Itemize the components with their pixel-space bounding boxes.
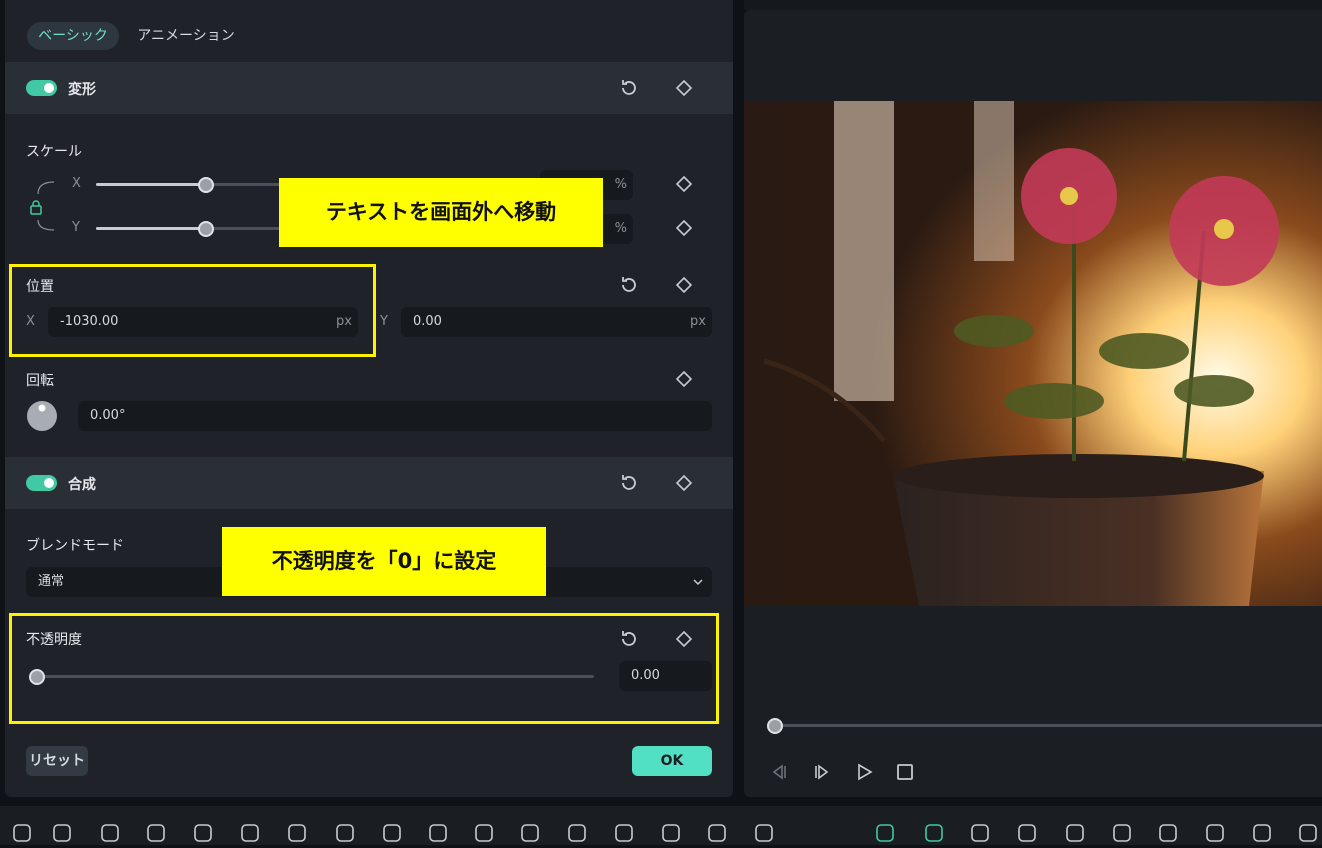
reset-button[interactable]: リセット	[26, 746, 88, 776]
grid-icon[interactable]	[10, 820, 34, 844]
fit-icon[interactable]	[1296, 820, 1320, 844]
audio-to-text-icon[interactable]	[968, 820, 992, 844]
stop-icon[interactable]	[894, 761, 916, 783]
keyframe-icon[interactable]	[673, 217, 695, 239]
reset-icon[interactable]	[618, 77, 640, 99]
highlight-opacity	[9, 613, 719, 724]
rotation-label: 回転	[26, 373, 54, 389]
text-icon[interactable]	[285, 820, 309, 844]
scale-x-slider-knob[interactable]	[198, 177, 214, 193]
rotation-value: 0.00°	[90, 408, 126, 423]
play-icon[interactable]	[853, 761, 875, 783]
previous-frame-icon[interactable]	[768, 761, 790, 783]
adjust-icon[interactable]	[612, 820, 636, 844]
speech-icon[interactable]	[659, 820, 683, 844]
highlight-position	[9, 264, 376, 357]
keyframe-icon[interactable]	[673, 274, 695, 296]
keyframe-icon[interactable]	[673, 77, 695, 99]
lock-icon[interactable]	[29, 199, 43, 215]
preview-top-strip	[744, 0, 1322, 10]
rotation-field[interactable]: 0.00°	[78, 401, 712, 431]
keyframe-icon[interactable]	[673, 472, 695, 494]
keyframe-icon[interactable]	[673, 173, 695, 195]
select-icon[interactable]	[50, 820, 74, 844]
crop-icon[interactable]	[333, 820, 357, 844]
keyframe-icon[interactable]	[565, 820, 589, 844]
ai-mate-icon[interactable]	[873, 820, 897, 844]
scale-y-slider-knob[interactable]	[198, 221, 214, 237]
position-y-unit: px	[690, 314, 706, 329]
playhead-knob[interactable]	[767, 718, 783, 734]
scale-x-slider-fill	[96, 183, 206, 186]
voice-icon[interactable]	[705, 820, 729, 844]
keyframe-icon[interactable]	[673, 368, 695, 390]
ai-icon[interactable]	[472, 820, 496, 844]
callout-move-offscreen: テキストを画面外へ移動	[279, 178, 603, 247]
scale-y-slider-fill	[96, 227, 206, 230]
redo-icon[interactable]	[144, 820, 168, 844]
composite-toggle[interactable]	[26, 475, 57, 491]
blend-mode-label: ブレンドモード	[26, 538, 124, 554]
scale-label: スケール	[26, 144, 82, 160]
timer-icon[interactable]	[518, 820, 542, 844]
transform-toggle[interactable]	[26, 80, 57, 96]
play-circle-icon[interactable]	[1063, 820, 1087, 844]
playback-timeline[interactable]	[774, 724, 1322, 727]
marker-icon[interactable]	[1110, 820, 1134, 844]
position-y-field[interactable]: 0.00 px	[401, 307, 712, 337]
reset-icon[interactable]	[618, 274, 640, 296]
sticker-icon[interactable]	[922, 820, 946, 844]
scale-x-axis-label: X	[72, 176, 81, 191]
cut-icon[interactable]	[238, 820, 262, 844]
mic-icon[interactable]	[1156, 820, 1180, 844]
tab-basic[interactable]: ベーシック	[27, 22, 119, 50]
music-icon[interactable]	[1203, 820, 1227, 844]
chevron-down-icon	[692, 567, 704, 609]
translate-icon[interactable]	[752, 820, 776, 844]
scale-y-axis-label: Y	[72, 220, 80, 235]
preview-image	[744, 101, 1322, 606]
composite-title: 合成	[68, 477, 96, 493]
ok-button[interactable]: OK	[632, 746, 712, 776]
position-y-axis-label: Y	[380, 314, 388, 329]
transform-title: 変形	[68, 82, 96, 98]
next-frame-icon[interactable]	[811, 761, 833, 783]
mask-icon[interactable]	[380, 820, 404, 844]
snapshot-icon[interactable]	[1250, 820, 1274, 844]
color-icon[interactable]	[426, 820, 450, 844]
rotation-dial[interactable]	[26, 400, 58, 432]
position-y-value: 0.00	[413, 314, 442, 329]
tab-animation[interactable]: アニメーション	[132, 22, 240, 50]
undo-icon[interactable]	[98, 820, 122, 844]
blend-mode-value: 通常	[38, 574, 65, 589]
video-effect-icon[interactable]	[1015, 820, 1039, 844]
delete-icon[interactable]	[191, 820, 215, 844]
reset-icon[interactable]	[618, 472, 640, 494]
callout-opacity-zero: 不透明度を「0」に設定	[222, 527, 546, 596]
